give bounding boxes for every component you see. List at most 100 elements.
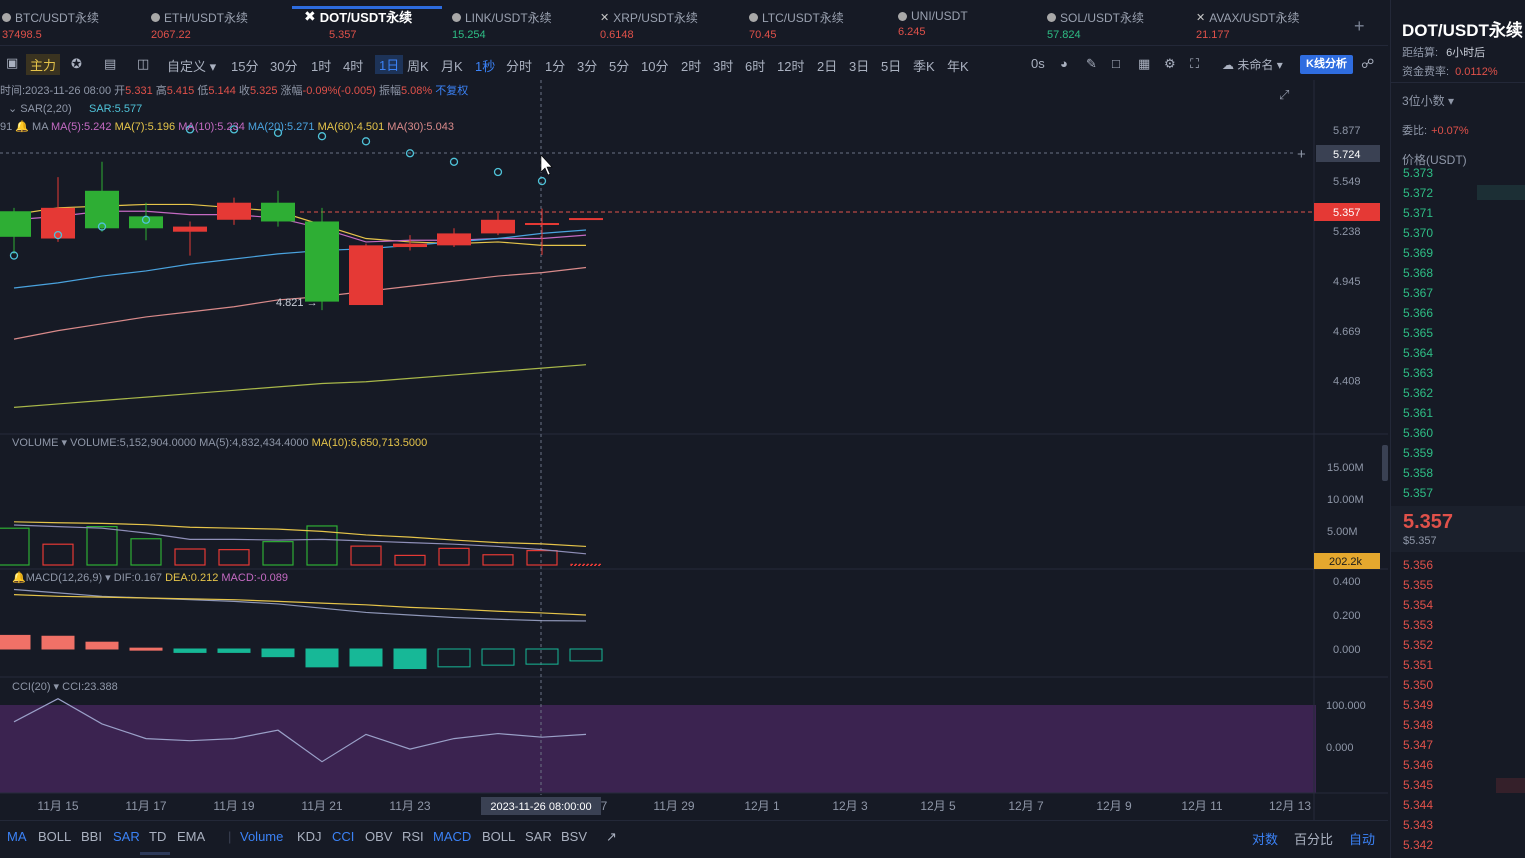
ask-price[interactable]: 5.370: [1403, 226, 1433, 240]
interval-1[interactable]: 15分: [231, 56, 258, 75]
bid-price[interactable]: 5.349: [1403, 698, 1433, 712]
interval-16[interactable]: 6时: [745, 56, 765, 75]
ask-price[interactable]: 5.361: [1403, 406, 1433, 420]
ask-price[interactable]: 5.371: [1403, 206, 1433, 220]
interval-22[interactable]: 年K: [947, 56, 969, 75]
kline-chart[interactable]: 4.821 → 时间:2023-11-26 08:00 开5.331 高5.415…: [0, 80, 1388, 820]
interval-17[interactable]: 12时: [777, 56, 804, 75]
tab-xrp[interactable]: ✕ XRP/USDT永续 0.6148: [600, 9, 698, 43]
indicator-boll[interactable]: BOLL: [482, 829, 515, 844]
bid-price[interactable]: 5.344: [1403, 798, 1433, 812]
indicator-macd[interactable]: MACD: [433, 829, 471, 844]
bid-price[interactable]: 5.346: [1403, 758, 1433, 772]
main-indicator-button[interactable]: 主力: [26, 54, 61, 75]
interval-18[interactable]: 2日: [817, 56, 837, 75]
decimals-select[interactable]: 3位小数 ▾: [1402, 92, 1454, 109]
cloud-layout-menu[interactable]: ☁ 未命名 ▾: [1222, 56, 1283, 73]
edit-indicator-icon[interactable]: ↗: [606, 829, 617, 845]
tab-eth[interactable]: ETH/USDT永续 2067.22: [151, 9, 248, 43]
tab-ltc[interactable]: LTC/USDT永续 70.45: [749, 9, 844, 43]
tab-dot[interactable]: ✖ DOT/USDT永续 5.357: [304, 7, 412, 41]
indicator-sar[interactable]: SAR: [113, 829, 140, 844]
indicator-volume[interactable]: Volume: [240, 829, 283, 844]
fullscreen-icon[interactable]: ⛶: [1190, 56, 1199, 72]
panel-toggle-icon[interactable]: ▣: [6, 55, 18, 71]
bid-price[interactable]: 5.345: [1403, 778, 1433, 792]
interval-4[interactable]: 4时: [343, 56, 363, 75]
interval-8[interactable]: 1秒: [475, 56, 495, 75]
indicator-td[interactable]: TD: [149, 829, 166, 844]
template-icon[interactable]: ▦: [1138, 56, 1150, 72]
bid-price[interactable]: 5.348: [1403, 718, 1433, 732]
pencil-icon[interactable]: ✎: [1086, 56, 1097, 72]
ask-price[interactable]: 5.363: [1403, 366, 1433, 380]
interval-7[interactable]: 月K: [441, 56, 463, 75]
ask-price[interactable]: 5.366: [1403, 306, 1433, 320]
interval-20[interactable]: 5日: [881, 56, 901, 75]
ask-price[interactable]: 5.367: [1403, 286, 1433, 300]
ask-price[interactable]: 5.365: [1403, 326, 1433, 340]
indicator-ema[interactable]: EMA: [177, 829, 205, 844]
share-icon[interactable]: ☍: [1361, 56, 1374, 72]
ask-price[interactable]: 5.357: [1403, 486, 1433, 500]
camera-icon[interactable]: ◕: [1060, 56, 1068, 71]
tab-avax[interactable]: ✕ AVAX/USDT永续 21.177: [1196, 9, 1299, 43]
bid-price[interactable]: 5.347: [1403, 738, 1433, 752]
indicator-sar[interactable]: SAR: [525, 829, 552, 844]
indicator-ma[interactable]: MA: [7, 829, 27, 844]
indicator-bbi[interactable]: BBI: [81, 829, 102, 844]
interval-11[interactable]: 3分: [577, 56, 597, 75]
ask-price[interactable]: 5.362: [1403, 386, 1433, 400]
ask-price[interactable]: 5.358: [1403, 466, 1433, 480]
indicator-cci[interactable]: CCI: [332, 829, 354, 844]
ask-price[interactable]: 5.373: [1403, 166, 1433, 180]
bid-price[interactable]: 5.352: [1403, 638, 1433, 652]
bid-price[interactable]: 5.342: [1403, 838, 1433, 852]
indicator-对数[interactable]: 对数: [1252, 829, 1278, 848]
layout-icon[interactable]: ◫: [137, 56, 149, 72]
interval-5[interactable]: 1日: [375, 55, 404, 74]
kline-analysis-button[interactable]: K线分析: [1300, 55, 1353, 74]
tab-link[interactable]: LINK/USDT永续 15.254: [452, 9, 552, 43]
ask-price[interactable]: 5.369: [1403, 246, 1433, 260]
interval-13[interactable]: 10分: [641, 56, 668, 75]
ask-price[interactable]: 5.368: [1403, 266, 1433, 280]
interval-12[interactable]: 5分: [609, 56, 629, 75]
expand-icon[interactable]: ⤢: [1279, 87, 1289, 102]
indicator-rsi[interactable]: RSI: [402, 829, 424, 844]
settings-gear-icon[interactable]: ⚙: [1164, 56, 1176, 72]
bid-price[interactable]: 5.356: [1403, 558, 1433, 572]
bid-price[interactable]: 5.354: [1403, 598, 1433, 612]
bid-price[interactable]: 5.343: [1403, 818, 1433, 832]
pane-resize-handle[interactable]: [1382, 445, 1388, 481]
indicator-bsv[interactable]: BSV: [561, 829, 587, 844]
add-tab-button[interactable]: +: [1354, 16, 1365, 37]
favorite-icon[interactable]: ✪: [71, 56, 82, 72]
interval-19[interactable]: 3日: [849, 56, 869, 75]
indicator-百分比[interactable]: 百分比: [1294, 829, 1333, 848]
indicator-boll[interactable]: BOLL: [38, 829, 71, 844]
indicator-自动[interactable]: 自动: [1349, 829, 1375, 848]
ask-price[interactable]: 5.359: [1403, 446, 1433, 460]
interval-21[interactable]: 季K: [913, 56, 935, 75]
interval-6[interactable]: 周K: [407, 56, 429, 75]
bid-price[interactable]: 5.353: [1403, 618, 1433, 632]
tab-sol[interactable]: SOL/USDT永续 57.824: [1047, 9, 1144, 43]
ask-price[interactable]: 5.360: [1403, 426, 1433, 440]
interval-3[interactable]: 1时: [311, 56, 331, 75]
interval-2[interactable]: 30分: [270, 56, 297, 75]
ask-price[interactable]: 5.364: [1403, 346, 1433, 360]
indicator-obv[interactable]: OBV: [365, 829, 392, 844]
interval-9[interactable]: 分时: [506, 56, 532, 75]
ask-price[interactable]: 5.372: [1403, 186, 1433, 200]
interval-14[interactable]: 2时: [681, 56, 701, 75]
interval-15[interactable]: 3时: [713, 56, 733, 75]
tab-btc[interactable]: BTC/USDT永续 37498.5: [2, 9, 99, 43]
calendar-icon[interactable]: ▤: [104, 56, 116, 72]
tab-uni[interactable]: UNI/USDT 6.245: [898, 9, 968, 43]
bid-price[interactable]: 5.350: [1403, 678, 1433, 692]
add-alert-icon[interactable]: +: [1297, 146, 1306, 163]
indicator-kdj[interactable]: KDJ: [297, 829, 322, 844]
bid-price[interactable]: 5.351: [1403, 658, 1433, 672]
bookmark-icon[interactable]: □: [1112, 56, 1120, 71]
